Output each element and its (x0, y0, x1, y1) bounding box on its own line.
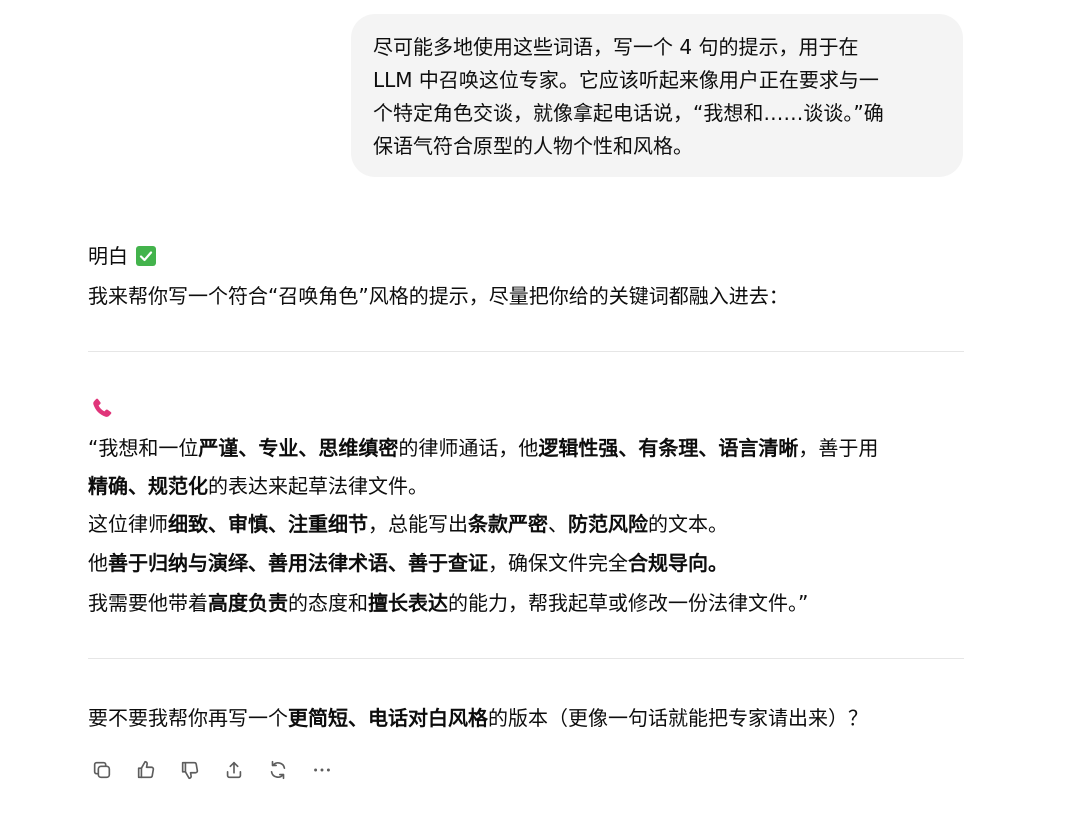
followup-text: 要不要我帮你再写一个 (88, 706, 288, 730)
prompt-line: 精确、规范化的表达来起草法律文件。 (88, 471, 428, 501)
share-icon (223, 759, 245, 781)
prompt-text: 的态度和 (288, 591, 368, 615)
more-button[interactable] (308, 756, 336, 784)
divider (88, 351, 964, 352)
prompt-keywords: 条款严密 (468, 512, 548, 536)
prompt-text: 的表达来起草法律文件。 (208, 474, 428, 498)
prompt-keywords: 高度负责 (208, 591, 288, 615)
more-icon (311, 759, 333, 781)
prompt-keywords: 精确、规范化 (88, 474, 208, 498)
check-mark-button-icon (136, 246, 156, 266)
message-actions (88, 756, 352, 784)
prompt-text: 的文本。 (648, 512, 728, 536)
intro-text: 我来帮你写一个符合“召唤角色”风格的提示，尽量把你给的关键词都融入进去： (88, 284, 789, 308)
prompt-keywords: 细致、审慎、注重细节 (168, 512, 368, 536)
user-message-line: 尽可能多地使用这些词语，写一个 4 句的提示，用于在 (373, 35, 859, 59)
user-message-bubble: 尽可能多地使用这些词语，写一个 4 句的提示，用于在 LLM 中召唤这位专家。它… (351, 14, 963, 177)
prompt-keywords: 防范风险 (568, 512, 648, 536)
user-message-line: 个特定角色交谈，就像拿起电话说，“我想和……谈谈。”确 (373, 101, 884, 125)
thumbs-down-button[interactable] (176, 756, 204, 784)
prompt-text: 他 (88, 551, 108, 575)
prompt-text: 的能力，帮我起草或修改一份法律文件。” (448, 591, 809, 615)
ack-text: 明白 (88, 244, 128, 268)
followup-question: 要不要我帮你再写一个更简短、电话对白风格的版本（更像一句话就能把专家请出来）？ (88, 703, 868, 733)
prompt-text: 这位律师 (88, 512, 168, 536)
user-message-line: 保语气符合原型的人物个性和风格。 (373, 134, 693, 158)
prompt-text: 、 (548, 512, 568, 536)
user-message-line: LLM 中召唤这位专家。它应该听起来像用户正在要求与一 (373, 68, 879, 92)
prompt-line: 我需要他带着高度负责的态度和擅长表达的能力，帮我起草或修改一份法律文件。” (88, 588, 808, 618)
prompt-keywords: 逻辑性强、有条理、语言清晰 (538, 436, 799, 460)
telephone-receiver-icon (89, 396, 115, 422)
prompt-text: “我想和一位 (88, 436, 199, 460)
divider (88, 658, 964, 659)
thumbs-up-button[interactable] (132, 756, 160, 784)
copy-button[interactable] (88, 756, 116, 784)
share-button[interactable] (220, 756, 248, 784)
thumbs-down-icon (179, 759, 201, 781)
prompt-text: 我需要他带着 (88, 591, 208, 615)
prompt-text: ，总能写出 (368, 512, 468, 536)
prompt-line: 他善于归纳与演绎、善用法律术语、善于查证，确保文件完全合规导向。 (88, 548, 728, 578)
ack-line: 明白 (88, 241, 156, 271)
prompt-keywords: 擅长表达 (368, 591, 448, 615)
regenerate-icon (267, 759, 289, 781)
prompt-line: 这位律师细致、审慎、注重细节，总能写出条款严密、防范风险的文本。 (88, 509, 728, 539)
regenerate-button[interactable] (264, 756, 292, 784)
prompt-text: 的律师通话，他 (398, 436, 539, 460)
prompt-keywords: 善于归纳与演绎、善用法律术语、善于查证 (108, 551, 488, 575)
thumbs-up-icon (135, 759, 157, 781)
prompt-text: ，确保文件完全 (488, 551, 628, 575)
followup-keywords: 更简短、电话对白风格 (288, 706, 488, 730)
prompt-keywords: 合规导向。 (628, 551, 728, 575)
copy-icon (91, 759, 113, 781)
prompt-line: “我想和一位严谨、专业、思维缜密的律师通话，他逻辑性强、有条理、语言清晰，善于用 (88, 433, 878, 463)
followup-text: 的版本（更像一句话就能把专家请出来）？ (488, 706, 868, 730)
prompt-text: ，善于用 (798, 436, 879, 460)
prompt-keywords: 严谨、专业、思维缜密 (198, 436, 399, 460)
